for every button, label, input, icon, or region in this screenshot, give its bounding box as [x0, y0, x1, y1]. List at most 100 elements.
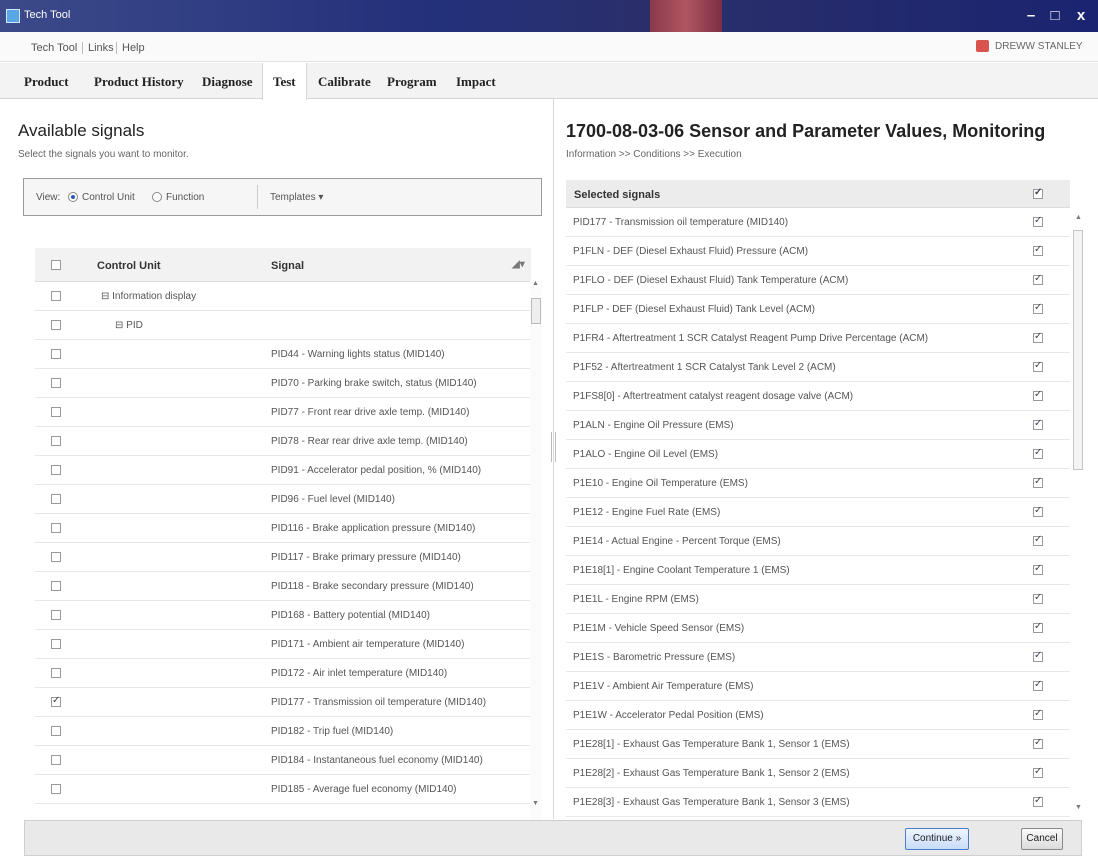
menu-help[interactable]: Help — [122, 42, 145, 54]
selected-signal-checkbox[interactable] — [1033, 534, 1043, 546]
sort-icon[interactable]: ◢▾ — [512, 259, 525, 270]
row-checkbox[interactable] — [51, 378, 61, 388]
splitter-handle[interactable] — [551, 432, 556, 462]
row-checkbox[interactable] — [51, 552, 61, 562]
table-row[interactable]: PID91 - Accelerator pedal position, % (M… — [35, 456, 531, 485]
radio-function-label[interactable]: Function — [166, 192, 204, 203]
selected-signal-checkbox[interactable] — [1033, 592, 1043, 604]
tab-test[interactable]: Test — [262, 63, 307, 100]
tab-product[interactable]: Product — [24, 74, 69, 90]
selected-signal-checkbox[interactable] — [1033, 331, 1043, 343]
list-item[interactable]: P1FLO - DEF (Diesel Exhaust Fluid) Tank … — [566, 266, 1070, 295]
table-row[interactable]: PID96 - Fuel level (MID140) — [35, 485, 531, 514]
list-item[interactable]: P1E10 - Engine Oil Temperature (EMS) — [566, 469, 1070, 498]
list-item[interactable]: P1E28[1] - Exhaust Gas Temperature Bank … — [566, 730, 1070, 759]
selected-signal-checkbox[interactable] — [1033, 679, 1043, 691]
selected-signal-checkbox[interactable] — [1033, 389, 1043, 401]
row-checkbox[interactable] — [51, 726, 61, 736]
list-item[interactable]: P1ALN - Engine Oil Pressure (EMS) — [566, 411, 1070, 440]
list-item[interactable]: P1E18[1] - Engine Coolant Temperature 1 … — [566, 556, 1070, 585]
row-checkbox[interactable] — [51, 610, 61, 620]
row-checkbox[interactable] — [51, 349, 61, 359]
selected-signal-checkbox[interactable] — [1033, 360, 1043, 372]
table-row[interactable]: PID117 - Brake primary pressure (MID140) — [35, 543, 531, 572]
list-item[interactable]: P1E1L - Engine RPM (EMS) — [566, 585, 1070, 614]
list-item[interactable]: P1E1M - Vehicle Speed Sensor (EMS) — [566, 614, 1070, 643]
tab-impact[interactable]: Impact — [456, 74, 496, 90]
row-checkbox[interactable] — [51, 291, 61, 301]
selected-signal-checkbox[interactable] — [1033, 650, 1043, 662]
table-row[interactable]: PID168 - Battery potential (MID140) — [35, 601, 531, 630]
table-row[interactable]: PID177 - Transmission oil temperature (M… — [35, 688, 531, 717]
list-item[interactable]: P1E1V - Ambient Air Temperature (EMS) — [566, 672, 1070, 701]
row-checkbox[interactable] — [51, 465, 61, 475]
list-item[interactable]: P1FLP - DEF (Diesel Exhaust Fluid) Tank … — [566, 295, 1070, 324]
table-row[interactable]: PID70 - Parking brake switch, status (MI… — [35, 369, 531, 398]
table-row[interactable]: PID172 - Air inlet temperature (MID140) — [35, 659, 531, 688]
selected-signals-scrollbar[interactable]: ▲ ▼ — [1072, 208, 1084, 820]
row-checkbox[interactable] — [51, 523, 61, 533]
row-checkbox[interactable] — [51, 320, 61, 330]
selected-signal-checkbox[interactable] — [1033, 505, 1043, 517]
list-item[interactable]: P1E28[3] - Exhaust Gas Temperature Bank … — [566, 788, 1070, 817]
tab-product-history[interactable]: Product History — [94, 74, 184, 90]
minimize-button[interactable]: – — [1018, 6, 1044, 26]
scroll-thumb[interactable] — [531, 298, 541, 324]
signals-table-scrollbar[interactable]: ▲ ▼ — [530, 280, 542, 820]
selected-signal-checkbox[interactable] — [1033, 476, 1043, 488]
cancel-button[interactable]: Cancel — [1021, 828, 1063, 850]
scroll-down-icon[interactable]: ▼ — [532, 800, 539, 807]
list-item[interactable]: P1E1S - Barometric Pressure (EMS) — [566, 643, 1070, 672]
continue-button[interactable]: Continue » — [905, 828, 969, 850]
row-checkbox[interactable] — [51, 407, 61, 417]
maximize-button[interactable]: □ — [1042, 6, 1068, 26]
table-row[interactable]: ⊟ Information display — [35, 282, 531, 311]
scroll-down-icon[interactable]: ▼ — [1075, 804, 1082, 811]
table-row[interactable]: PID184 - Instantaneous fuel economy (MID… — [35, 746, 531, 775]
select-all-checkbox[interactable] — [51, 260, 61, 270]
row-checkbox[interactable] — [51, 668, 61, 678]
list-item[interactable]: P1E1W - Accelerator Pedal Position (EMS) — [566, 701, 1070, 730]
close-button[interactable]: x — [1068, 6, 1094, 26]
table-row[interactable]: PID116 - Brake application pressure (MID… — [35, 514, 531, 543]
column-header-control-unit[interactable]: Control Unit — [97, 260, 161, 272]
list-item[interactable]: P1E28[2] - Exhaust Gas Temperature Bank … — [566, 759, 1070, 788]
selected-signal-checkbox[interactable] — [1033, 621, 1043, 633]
list-item[interactable]: P1FR4 - Aftertreatment 1 SCR Catalyst Re… — [566, 324, 1070, 353]
selected-signal-checkbox[interactable] — [1033, 795, 1043, 807]
table-row[interactable]: PID78 - Rear rear drive axle temp. (MID1… — [35, 427, 531, 456]
radio-control-unit-label[interactable]: Control Unit — [82, 192, 135, 203]
scroll-up-icon[interactable]: ▲ — [532, 280, 539, 287]
table-row[interactable]: PID118 - Brake secondary pressure (MID14… — [35, 572, 531, 601]
scroll-up-icon[interactable]: ▲ — [1075, 214, 1082, 221]
list-item[interactable]: P1ALO - Engine Oil Level (EMS) — [566, 440, 1070, 469]
table-row[interactable]: PID44 - Warning lights status (MID140) — [35, 340, 531, 369]
selected-all-checkbox[interactable] — [1033, 187, 1043, 199]
table-row[interactable]: PID185 - Average fuel economy (MID140) — [35, 775, 531, 804]
row-checkbox[interactable] — [51, 784, 61, 794]
user-name[interactable]: DREWW STANLEY — [995, 41, 1083, 52]
selected-signal-checkbox[interactable] — [1033, 215, 1043, 227]
menu-links[interactable]: Links — [88, 42, 114, 54]
selected-signal-checkbox[interactable] — [1033, 447, 1043, 459]
row-checkbox[interactable] — [51, 695, 61, 707]
list-item[interactable]: P1E14 - Actual Engine - Percent Torque (… — [566, 527, 1070, 556]
list-item[interactable]: PID177 - Transmission oil temperature (M… — [566, 208, 1070, 237]
radio-function[interactable] — [152, 192, 162, 202]
selected-signal-checkbox[interactable] — [1033, 737, 1043, 749]
scroll-thumb[interactable] — [1073, 230, 1083, 470]
table-row[interactable]: PID182 - Trip fuel (MID140) — [35, 717, 531, 746]
selected-signal-checkbox[interactable] — [1033, 708, 1043, 720]
selected-signal-checkbox[interactable] — [1033, 563, 1043, 575]
selected-signal-checkbox[interactable] — [1033, 302, 1043, 314]
row-checkbox[interactable] — [51, 436, 61, 446]
selected-signal-checkbox[interactable] — [1033, 244, 1043, 256]
list-item[interactable]: P1E12 - Engine Fuel Rate (EMS) — [566, 498, 1070, 527]
tab-calibrate[interactable]: Calibrate — [318, 74, 371, 90]
tab-diagnose[interactable]: Diagnose — [202, 74, 253, 90]
table-row[interactable]: PID171 - Ambient air temperature (MID140… — [35, 630, 531, 659]
table-row[interactable]: ⊟ PID — [35, 311, 531, 340]
menu-tech-tool[interactable]: Tech Tool — [31, 42, 77, 54]
templates-dropdown[interactable]: Templates ▾ — [270, 192, 323, 203]
row-checkbox[interactable] — [51, 639, 61, 649]
